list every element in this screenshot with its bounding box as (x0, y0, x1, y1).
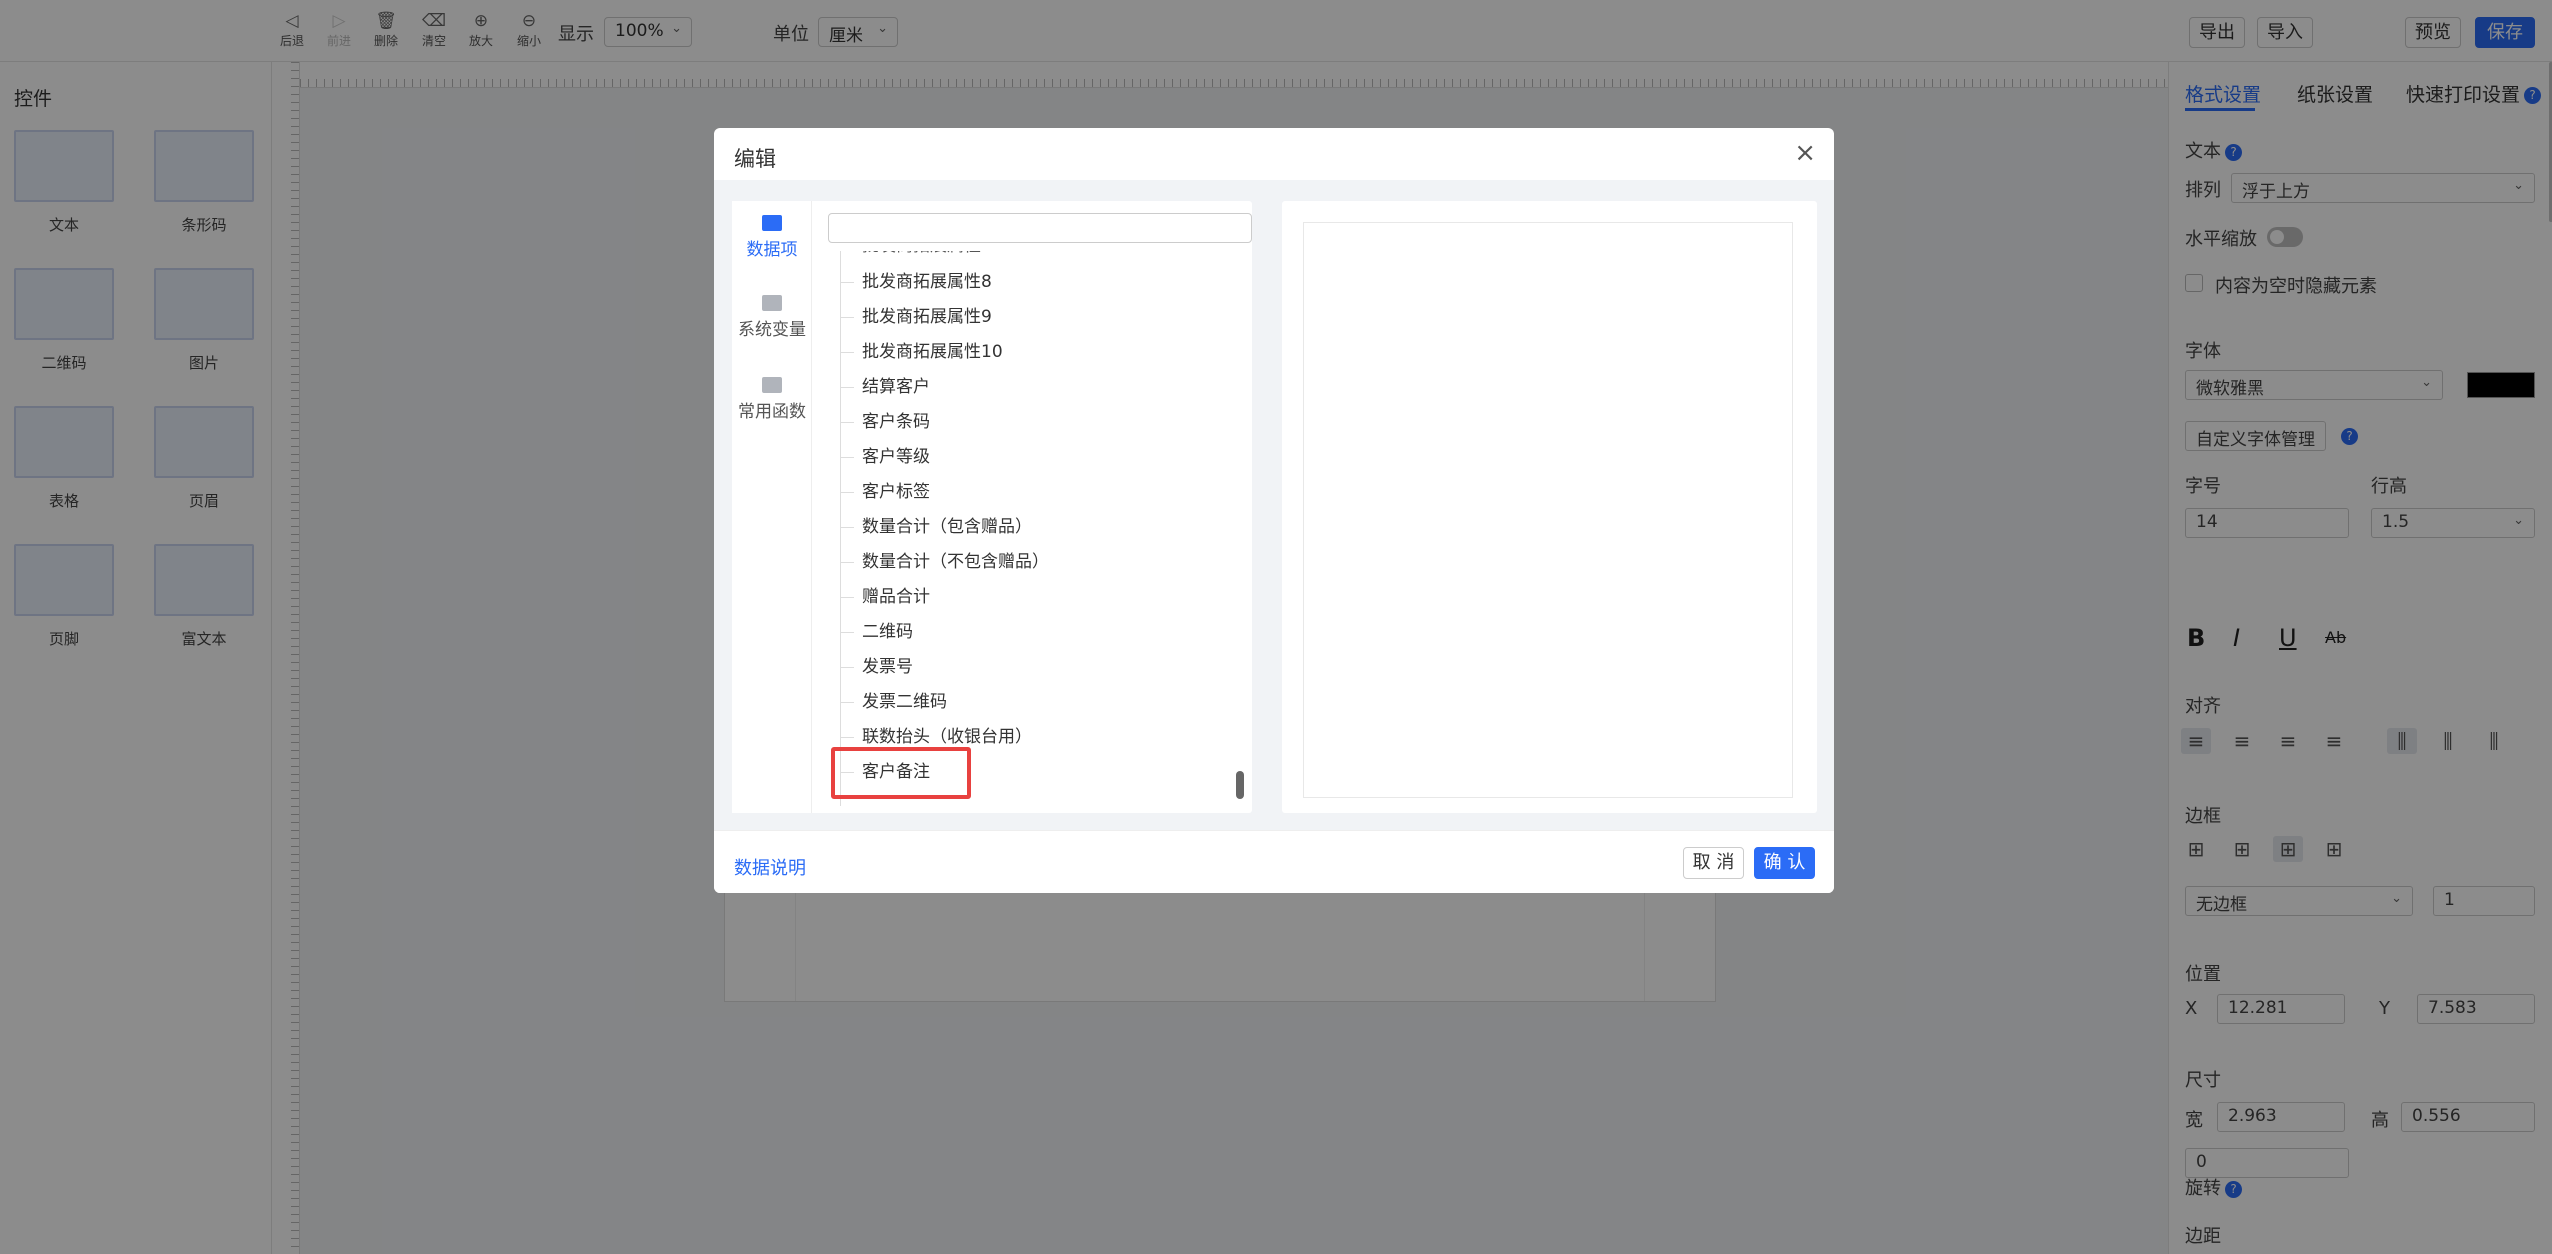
dialog-footer: 数据说明 取 消 确 认 (714, 830, 1834, 893)
nav-label: 常用函数 (738, 402, 806, 422)
nav-functions[interactable]: 常用函数 (732, 377, 812, 422)
tree-item[interactable]: 客户等级 (828, 440, 930, 475)
confirm-button[interactable]: 确 认 (1754, 847, 1815, 879)
tree-item[interactable]: 批发商拓展属性9 (828, 300, 992, 335)
database-icon (762, 215, 782, 231)
highlight-box (831, 747, 971, 799)
tree-item[interactable]: 数量合计（包含赠品） (828, 510, 1032, 545)
tree-item[interactable]: 二维码 (828, 615, 913, 650)
tree-item[interactable]: 赠品合计 (828, 580, 930, 615)
data-source-panel: 数据项 系统变量 常用函数 批发商拓展属性7 批发商拓展属性8 批发商拓展属性9… (732, 201, 1252, 813)
nav-label: 数据项 (746, 240, 798, 260)
data-description-link[interactable]: 数据说明 (734, 854, 806, 880)
cancel-button[interactable]: 取 消 (1683, 847, 1744, 879)
tree-item[interactable]: 批发商拓展属性10 (828, 335, 1003, 370)
source-nav: 数据项 系统变量 常用函数 (732, 201, 812, 813)
field-search-input[interactable] (828, 213, 1252, 243)
tree-item[interactable]: 批发商拓展属性8 (828, 265, 992, 300)
tree-item[interactable]: 结算客户 (828, 370, 930, 405)
tree-item[interactable]: 客户标签 (828, 475, 930, 510)
tree-item[interactable]: 发票二维码 (828, 685, 947, 720)
nav-system-vars[interactable]: 系统变量 (732, 295, 812, 340)
tree-item[interactable]: 数量合计（不包含赠品） (828, 545, 1049, 580)
field-tree: 批发商拓展属性7 批发商拓展属性8 批发商拓展属性9 批发商拓展属性10 结算客… (828, 251, 1238, 806)
expression-preview-panel (1282, 201, 1817, 813)
expression-editor[interactable] (1303, 222, 1793, 798)
dialog-title: 编辑 (734, 147, 776, 171)
nav-label: 系统变量 (738, 320, 806, 340)
function-icon (762, 377, 782, 393)
tree-scrollbar[interactable] (1236, 771, 1244, 799)
tree-item[interactable]: 发票号 (828, 650, 913, 685)
nav-data-items[interactable]: 数据项 (732, 215, 812, 260)
dialog-body: 数据项 系统变量 常用函数 批发商拓展属性7 批发商拓展属性8 批发商拓展属性9… (714, 180, 1834, 830)
tree-item[interactable]: 客户条码 (828, 405, 930, 440)
close-icon[interactable]: × (1794, 138, 1816, 168)
tree-item-partial[interactable]: 批发商拓展属性7 (828, 251, 992, 264)
variable-icon (762, 295, 782, 311)
